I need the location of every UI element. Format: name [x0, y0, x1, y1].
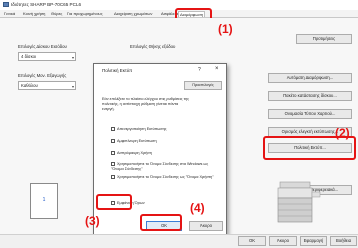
input-tray-value: 4 δίσκοι — [21, 54, 37, 59]
checkbox[interactable] — [111, 151, 115, 155]
chevron-down-icon: ▾ — [71, 55, 74, 60]
checkbox[interactable] — [111, 139, 115, 143]
option-black-white[interactable]: Ασπρόμαυρη Χρήση — [111, 151, 152, 155]
option-label: Αμφιπλευρη Εκτύπωση — [117, 139, 157, 143]
dialog-cancel-button[interactable]: Άκυρο — [189, 221, 223, 231]
defaults-button[interactable]: Προεπιλογές — [184, 81, 222, 90]
dialog-title: Πολιτική Εκτύπ — [102, 68, 133, 73]
highlight-frame-4 — [140, 214, 182, 231]
ok-button[interactable]: OK — [238, 236, 266, 246]
apply-button[interactable]: Εφαρμογή — [300, 236, 327, 246]
output-tray-label: Επιλογές Θήκης εξόδου — [130, 44, 176, 49]
tab-advanced[interactable]: Για προχωρημένους — [66, 11, 104, 17]
option-label: Χρησιμοποιήστε το Όνομα Σύνδεσης στα Win… — [111, 162, 209, 171]
checkbox[interactable] — [111, 127, 115, 131]
preview-page: 1 — [30, 183, 58, 219]
option-windows-login-name[interactable]: Χρησιμοποιήστε το Όνομα Σύνδεσης στα Win… — [111, 162, 219, 171]
printer-app-icon — [3, 2, 9, 7]
tab-general[interactable]: Γενικά — [3, 11, 16, 17]
tab-ports[interactable]: Θύρες — [50, 11, 63, 17]
chevron-down-icon: ▾ — [71, 84, 74, 89]
input-tray-select[interactable]: 4 δίσκοι ▾ — [18, 52, 76, 61]
callout-4: (4) — [190, 201, 205, 215]
page-number: 1 — [42, 197, 46, 203]
finisher-label: Επιλογές Μον. Εξαγωγής — [18, 73, 67, 78]
paper-type-name-button[interactable]: Ονομασία Τύπου Χαρτιού... — [268, 109, 352, 119]
help-icon[interactable]: ? — [198, 67, 201, 73]
window-title: Ιδιότητες SHARP BP-70C65 PCL6 — [11, 2, 82, 7]
callout-3: (3) — [85, 214, 100, 228]
preferences-button[interactable]: Προτιμήσεις — [296, 34, 352, 44]
option-label: Ασπρόμαυρη Χρήση — [117, 151, 152, 155]
tab-sharing[interactable]: Κοινή χρήση — [22, 11, 46, 17]
print-policy-dialog: Πολιτική Εκτύπ ? × Προεπιλογές Εάν επιλέ… — [93, 63, 227, 237]
highlight-frame-3 — [96, 194, 132, 210]
option-label: Απενεργοποίηση Εκτύπωσης — [117, 127, 167, 131]
printer-illustration — [277, 181, 321, 223]
option-duplex-printing[interactable]: Αμφιπλευρη Εκτύπωση — [111, 139, 157, 143]
checkbox[interactable] — [111, 162, 115, 166]
help-button[interactable]: Βοήθεια — [330, 236, 357, 246]
callout-1: (1) — [218, 22, 233, 36]
callout-2: (2) — [335, 126, 350, 140]
option-login-as-username[interactable]: Χρησιμοποιήστε το Όνομα Σύνδεσης ως "Όνο… — [111, 175, 219, 180]
option-disable-printing[interactable]: Απενεργοποίηση Εκτύπωσης — [111, 127, 167, 131]
option-label: Χρησιμοποιήστε το Όνομα Σύνδεσης ως "Όνο… — [117, 175, 214, 179]
finisher-select[interactable]: Καθόλου ▾ — [18, 81, 76, 90]
tray-status-button[interactable]: Πακέτο κατάστασης δίσκου... — [268, 91, 352, 101]
cancel-button[interactable]: Άκυρο — [269, 236, 297, 246]
close-icon[interactable]: × — [215, 66, 219, 72]
tab-color-management[interactable]: Διαχείριση χρωμάτων — [113, 11, 153, 17]
input-tray-label: Επιλογές Δίσκου Εισόδου — [18, 44, 67, 49]
auto-configuration-button[interactable]: Αυτόματη Διαμόρφωση... — [268, 73, 352, 83]
checkbox[interactable] — [111, 175, 115, 179]
finisher-value: Καθόλου — [21, 83, 38, 88]
dialog-description: Εάν επιλέξετε το πλαίσιο ελέγχου στις ρυ… — [102, 97, 190, 111]
